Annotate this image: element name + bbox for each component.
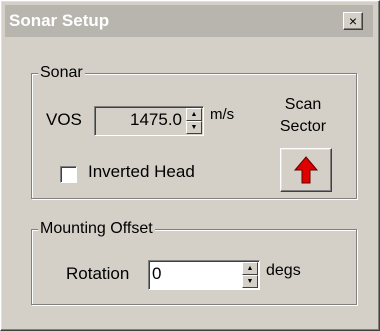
sonar-group-legend: Sonar xyxy=(38,64,85,82)
vos-stepper[interactable]: ▲ ▼ xyxy=(94,106,204,136)
vos-spin-down-button[interactable]: ▼ xyxy=(186,121,202,134)
mounting-offset-legend: Mounting Offset xyxy=(38,220,155,238)
rotation-spin-down-button[interactable]: ▼ xyxy=(242,275,258,288)
vos-input[interactable] xyxy=(98,110,182,130)
scan-sector-label-line2: Sector xyxy=(279,118,327,135)
inverted-head-label[interactable]: Inverted Head xyxy=(88,162,195,182)
rotation-spin: ▲ ▼ xyxy=(242,262,258,288)
rotation-unit-label: degs xyxy=(266,262,301,279)
spin-up-icon: ▲ xyxy=(190,111,198,118)
close-icon: × xyxy=(348,13,358,29)
sonar-group: Sonar VOS ▲ ▼ m/s Scan Sector Inver xyxy=(31,64,357,199)
rotation-input[interactable] xyxy=(152,264,238,284)
vos-spin-up-button[interactable]: ▲ xyxy=(186,108,202,121)
sonar-setup-dialog: Sonar Setup × Sonar VOS ▲ ▼ m/s Scan Sec… xyxy=(0,0,380,331)
rotation-stepper[interactable]: ▲ ▼ xyxy=(148,260,260,290)
inverted-head-checkbox[interactable] xyxy=(60,166,77,183)
window-title: Sonar Setup xyxy=(9,11,110,30)
red-up-arrow-icon xyxy=(293,156,319,184)
vos-unit-label: m/s xyxy=(210,106,235,123)
spin-down-icon: ▼ xyxy=(246,278,254,285)
scan-sector-label-line1: Scan xyxy=(284,96,322,113)
scan-sector-button[interactable] xyxy=(280,148,332,192)
spin-down-icon: ▼ xyxy=(190,124,198,131)
rotation-label: Rotation xyxy=(66,264,130,283)
vos-label: VOS xyxy=(46,110,82,129)
close-button[interactable]: × xyxy=(343,12,363,30)
vos-spin: ▲ ▼ xyxy=(186,108,202,134)
mounting-offset-group: Mounting Offset Rotation ▲ ▼ degs xyxy=(31,220,357,305)
scan-sector-label: Scan Sector xyxy=(272,94,334,138)
spin-up-icon: ▲ xyxy=(246,265,254,272)
rotation-spin-up-button[interactable]: ▲ xyxy=(242,262,258,275)
title-bar[interactable]: Sonar Setup × xyxy=(5,5,373,37)
